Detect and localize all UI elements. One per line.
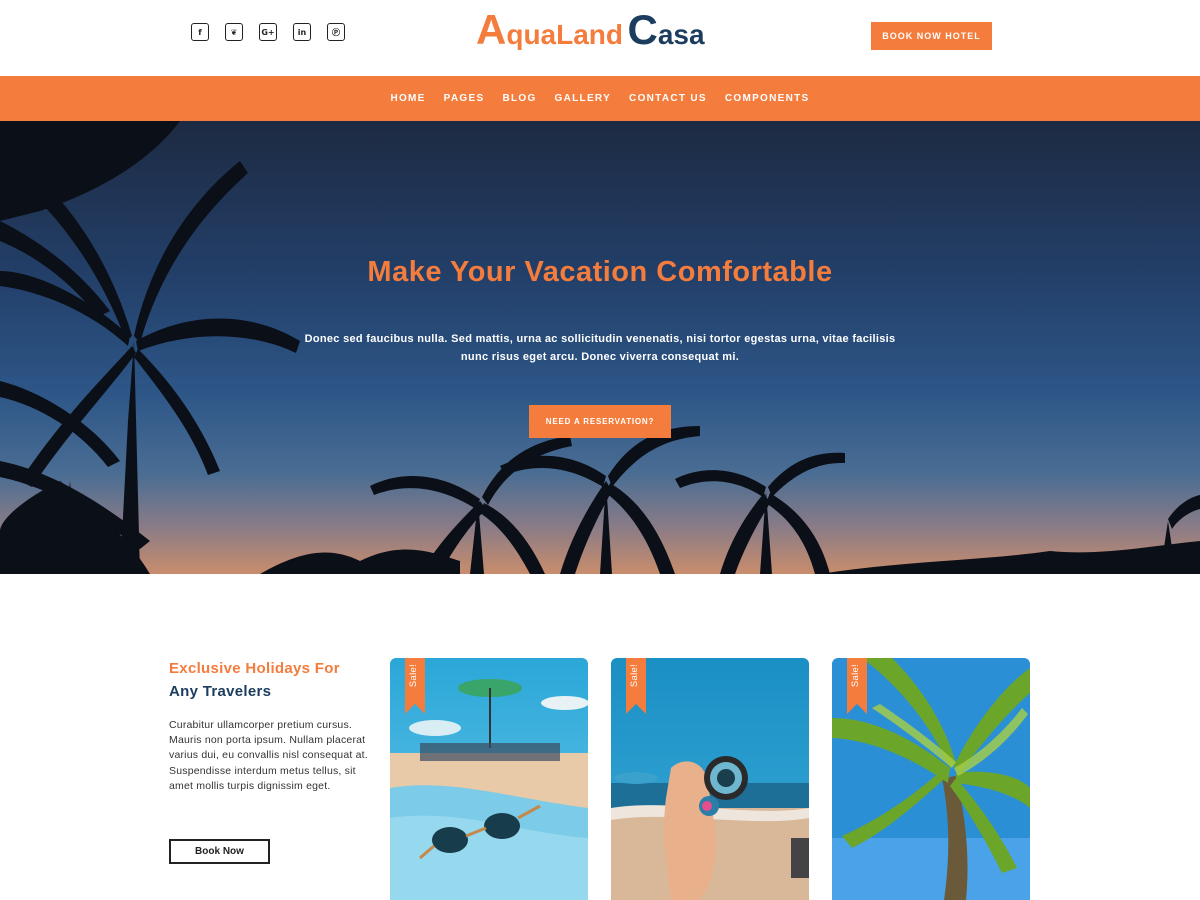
hero-banner: Make Your Vacation Comfortable Donec sed… [0, 121, 1200, 574]
nav-item-pages[interactable]: PAGES [435, 93, 494, 104]
nav-item-gallery[interactable]: GALLERY [546, 93, 621, 104]
social-links: f ❦ G+ in Ⓟ [191, 23, 345, 41]
pinterest-icon[interactable]: Ⓟ [327, 23, 345, 41]
nav-item-contact-us[interactable]: CONTACT US [620, 93, 716, 104]
section-title-line2: Any Travelers [169, 683, 272, 700]
holiday-card-palm[interactable]: Sale! [832, 658, 1030, 900]
nav-item-blog[interactable]: BLOG [493, 93, 545, 104]
nav-item-home[interactable]: HOME [381, 93, 434, 104]
need-reservation-button[interactable]: NEED A RESERVATION? [529, 405, 671, 438]
top-header: f ❦ G+ in Ⓟ AquaLand Casa BOOK NOW HOTEL [0, 0, 1200, 76]
hero-title: Make Your Vacation Comfortable [367, 256, 833, 288]
logo-letter-c: C [627, 6, 658, 53]
hero-description: Donec sed faucibus nulla. Sed mattis, ur… [304, 333, 896, 363]
book-now-hotel-button[interactable]: BOOK NOW HOTEL [871, 22, 992, 50]
logo-word-1: quaLand [506, 19, 624, 50]
twitter-icon[interactable]: ❦ [225, 23, 243, 41]
site-logo[interactable]: AquaLand Casa [476, 6, 736, 56]
nav-item-components[interactable]: COMPONENTS [716, 93, 819, 104]
linkedin-icon[interactable]: in [293, 23, 311, 41]
facebook-icon[interactable]: f [191, 23, 209, 41]
main-navigation: HOME PAGES BLOG GALLERY CONTACT US COMPO… [0, 76, 1200, 121]
holiday-card-lens[interactable]: Sale! [611, 658, 809, 900]
holiday-card-beach[interactable]: Sale! [390, 658, 588, 900]
google-plus-icon[interactable]: G+ [259, 23, 277, 41]
book-now-button[interactable]: Book Now [169, 839, 270, 864]
section-title-line1: Exclusive Holidays For [169, 660, 340, 677]
section-description: Curabitur ullamcorper pretium cursus. Ma… [169, 719, 368, 792]
logo-letter-a: A [476, 6, 507, 53]
logo-word-2: asa [657, 19, 705, 50]
